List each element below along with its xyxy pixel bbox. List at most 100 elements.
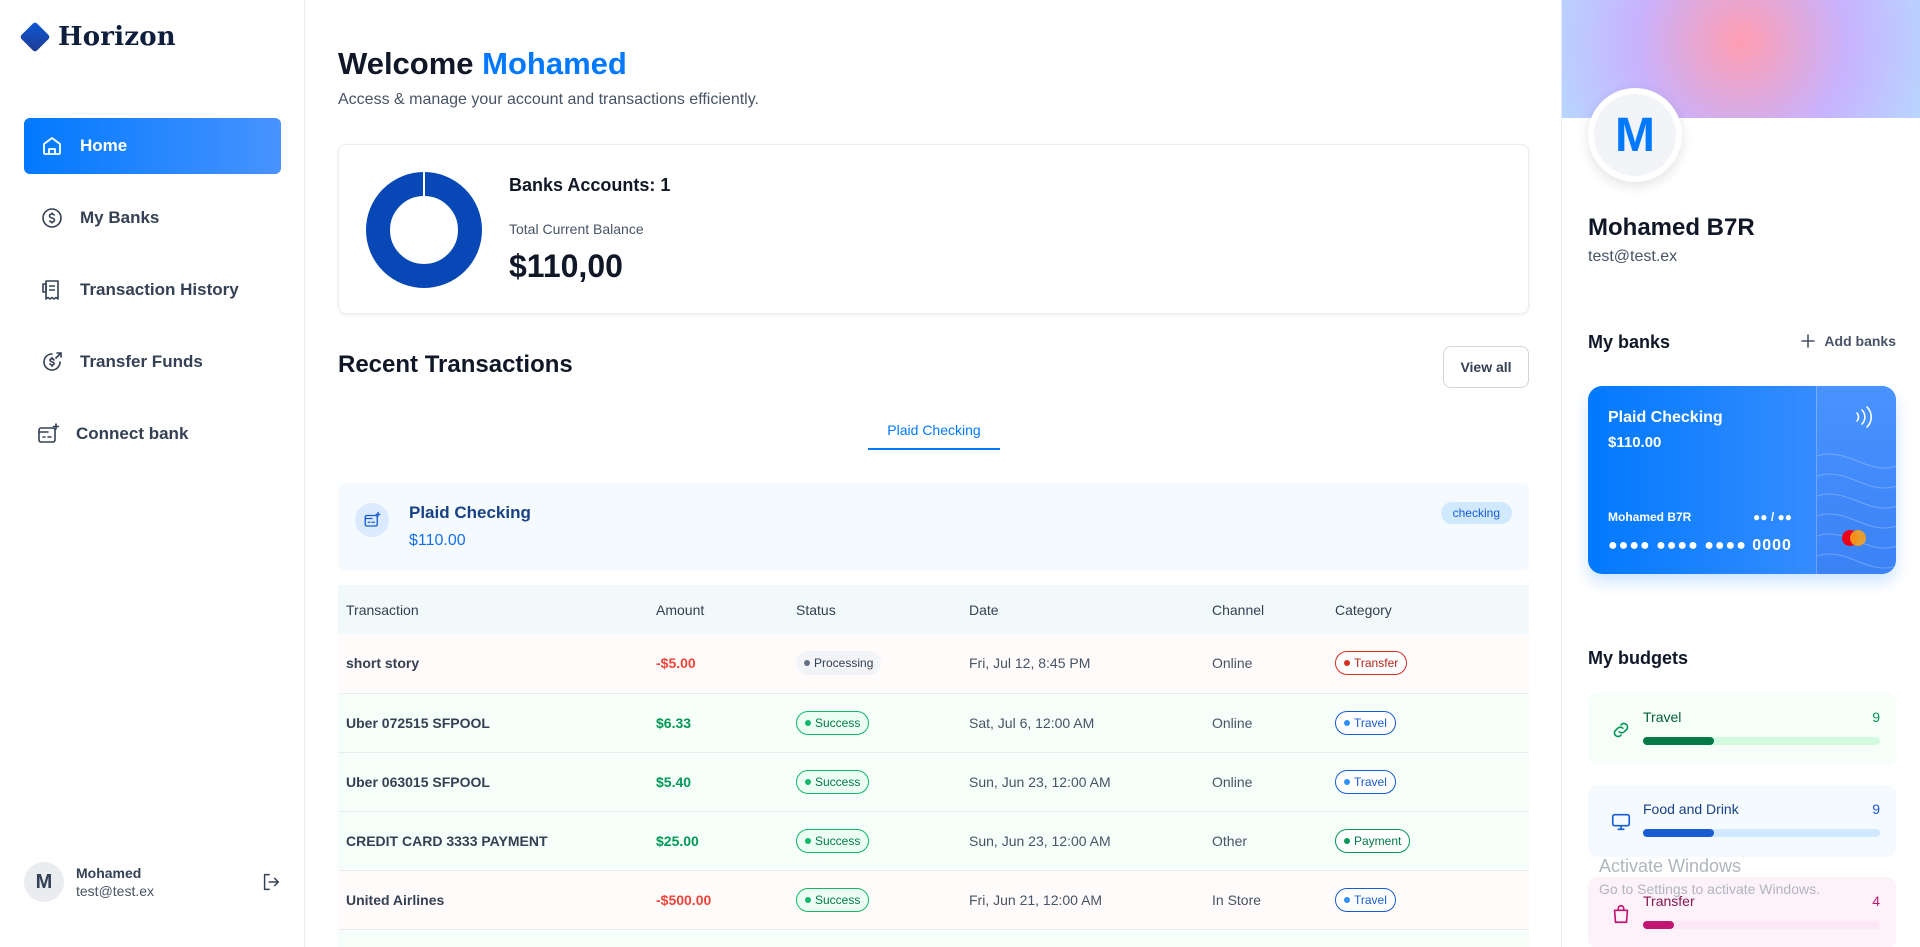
main-content: Welcome Mohamed Access & manage your acc… — [338, 0, 1529, 947]
profile-email: test@test.ex — [1588, 248, 1678, 265]
category-label: Travel — [1354, 715, 1387, 730]
tx-name: Uber 072515 SFPOOL — [338, 693, 648, 753]
tx-channel: In Store — [1204, 870, 1327, 930]
tx-status-cell: Success — [788, 811, 961, 871]
bank-info-balance: $110.00 — [409, 532, 466, 549]
logo-text: Horizon — [58, 22, 176, 52]
page-subtitle: Access & manage your account and transac… — [338, 91, 759, 108]
right-sidebar: M Mohamed B7R test@test.ex My banks Add … — [1561, 0, 1920, 947]
column-header: Status — [788, 585, 961, 634]
column-header: Date — [961, 585, 1204, 634]
watermark-subtitle: Go to Settings to activate Windows. — [1599, 881, 1820, 897]
budget-progress-track — [1643, 737, 1880, 745]
budget-progress-fill — [1643, 737, 1715, 745]
tx-status-cell: Success — [788, 693, 961, 753]
card-expiry: ●● / ●● — [1753, 510, 1792, 524]
connect-bank-icon — [38, 423, 60, 443]
budget-label: Travel — [1643, 709, 1682, 725]
bank-info-icon-wrap — [355, 503, 389, 537]
total-balance-card: Banks Accounts: 1 Total Current Balance … — [338, 144, 1529, 314]
view-all-button[interactable]: View all — [1443, 346, 1529, 388]
status-label: Success — [815, 715, 861, 730]
tx-status-cell: Processing — [788, 634, 961, 694]
plus-icon — [1801, 334, 1816, 348]
sidebar-item-label: Transfer Funds — [80, 352, 203, 371]
card-number: ●●●● ●●●● ●●●● 0000 — [1608, 537, 1792, 554]
total-balance-label: Total Current Balance — [509, 221, 644, 237]
budget-count: 4 — [1872, 893, 1880, 909]
tx-date: Sun, Jun 23, 12:00 AM — [961, 752, 1204, 812]
status-badge: Success — [796, 769, 870, 794]
budget-progress-fill — [1643, 829, 1715, 837]
table-row[interactable]: CREDIT CARD 3333 PAYMENT $25.00 Success … — [338, 811, 1529, 871]
budget-progress-track — [1643, 921, 1880, 929]
sidebar-item-transfer-funds[interactable]: Transfer Funds — [24, 334, 281, 390]
category-dot — [1344, 837, 1350, 844]
tx-name: United Airlines — [338, 870, 648, 930]
logo[interactable]: Horizon — [19, 21, 176, 53]
sidebar-user: M Mohamed test@test.ex — [24, 862, 282, 902]
sidebar-item-label: My Banks — [80, 208, 160, 227]
tx-status-cell: Success — [788, 870, 961, 930]
status-dot — [805, 778, 811, 785]
sidebar-item-home[interactable]: Home — [24, 118, 281, 174]
tx-amount: -$5.00 — [648, 634, 788, 694]
status-dot — [805, 896, 811, 903]
tab-plaid-checking[interactable]: Plaid Checking — [868, 420, 1000, 450]
table-header-row: Transaction Amount Status Date Channel C… — [338, 585, 1529, 634]
table-row[interactable]: Uber 063015 SFPOOL $5.40 Success Sun, Ju… — [338, 752, 1529, 812]
budget-item-travel[interactable]: Travel 9 — [1588, 693, 1896, 765]
logout-icon[interactable] — [260, 871, 282, 893]
category-label: Payment — [1354, 833, 1402, 848]
add-banks-button[interactable]: Add banks — [1800, 333, 1896, 349]
table-row[interactable]: short story -$5.00 Processing Fri, Jul 1… — [338, 634, 1529, 694]
profile-avatar[interactable]: M — [1588, 88, 1682, 182]
budget-count: 9 — [1872, 801, 1880, 817]
tx-amount: $6.33 — [648, 693, 788, 753]
sidebar-nav: Home My Banks Transaction History Transf… — [24, 118, 281, 478]
sidebar-item-transaction-history[interactable]: Transaction History — [24, 262, 281, 318]
sidebar-item-my-banks[interactable]: My Banks — [24, 190, 281, 246]
money-send-icon — [43, 352, 62, 371]
sidebar-item-connect-bank[interactable]: Connect bank — [24, 406, 281, 462]
tx-channel: Online — [1204, 693, 1327, 753]
tx-category-cell: Travel — [1327, 693, 1529, 753]
avatar[interactable]: M — [24, 862, 64, 902]
table-row[interactable]: Uber 072515 SFPOOL $6.33 Success Sat, Ju… — [338, 693, 1529, 753]
sidebar-item-label: Transaction History — [80, 280, 239, 299]
column-header: Amount — [648, 585, 788, 634]
category-dot — [1344, 778, 1350, 785]
budget-item-food-and-drink[interactable]: Food and Drink 9 — [1588, 785, 1896, 857]
link-icon — [1613, 722, 1629, 738]
category-label: Travel — [1354, 774, 1387, 789]
add-banks-label: Add banks — [1824, 333, 1896, 349]
my-budgets-title: My budgets — [1588, 648, 1689, 668]
status-dot — [805, 837, 811, 844]
contactless-icon — [1856, 406, 1872, 428]
logo-icon — [19, 21, 51, 53]
status-dot — [804, 660, 810, 667]
category-dot — [1344, 896, 1350, 903]
column-header: Channel — [1204, 585, 1327, 634]
status-badge: Success — [796, 828, 870, 853]
status-dot — [805, 719, 811, 726]
user-name: Mohamed — [76, 865, 142, 881]
card-holder-name: Mohamed B7R — [1608, 510, 1692, 524]
tx-name: short story — [338, 634, 648, 694]
category-badge: Transfer — [1335, 651, 1408, 676]
table-row[interactable] — [338, 929, 1529, 947]
status-label: Processing — [814, 656, 874, 671]
tx-name: Uber 063015 SFPOOL — [338, 752, 648, 812]
tx-amount: $25.00 — [648, 811, 788, 871]
table-row[interactable]: United Airlines -$500.00 Success Fri, Ju… — [338, 870, 1529, 930]
sidebar-item-label: Home — [80, 136, 128, 155]
transactions-table: Transaction Amount Status Date Channel C… — [338, 585, 1529, 947]
connect-bank-icon — [364, 511, 381, 527]
category-badge: Travel — [1335, 710, 1396, 735]
column-header: Category — [1327, 585, 1529, 634]
bank-card[interactable]: Plaid Checking $110.00 Mohamed B7R ●● / … — [1588, 386, 1896, 574]
welcome-text: Welcome — [338, 46, 474, 81]
category-dot — [1344, 719, 1350, 726]
tx-date: Sat, Jul 6, 12:00 AM — [961, 693, 1204, 753]
bank-info[interactable]: Plaid Checking $110.00 checking — [338, 483, 1529, 570]
